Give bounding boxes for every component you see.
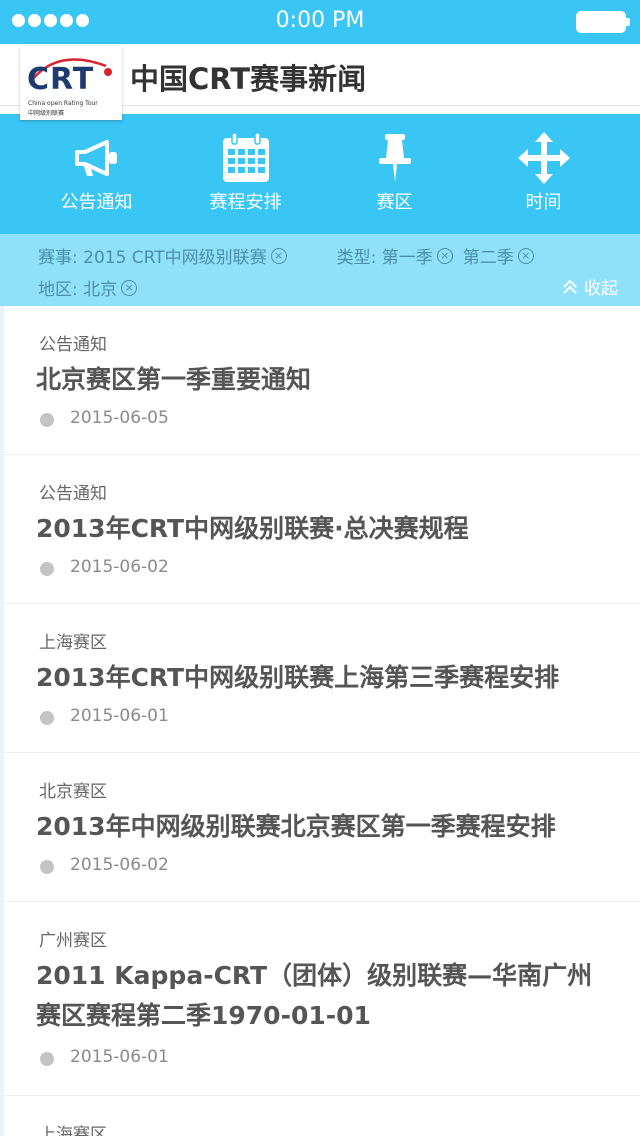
nav-item-schedule[interactable]: 赛程安排 — [171, 114, 320, 234]
item-title: 2013年中网级别联赛北京赛区第一季赛程安排 — [36, 812, 556, 841]
nav-label: 时间 — [525, 192, 562, 213]
remove-filter-type-icon[interactable]: × — [436, 247, 453, 264]
filter-region: 地区: 北京 — [38, 280, 118, 300]
date-dot-icon — [40, 413, 54, 427]
item-category: 北京赛区 — [39, 782, 107, 802]
nav-item-time[interactable]: 时间 — [469, 114, 618, 234]
item-date: 2015-06-02 — [70, 855, 169, 875]
logo-subtitle: China open Rating Tour — [28, 100, 98, 107]
nav-label: 赛程安排 — [209, 192, 282, 213]
list-item[interactable]: 公告通知 2013年CRT中网级别联赛·总决赛规程 2015-06-02 — [4, 455, 640, 604]
nav-label: 赛区 — [376, 192, 413, 213]
app-header: CRT China open Rating Tour 中网级别联赛 中国CRT赛… — [0, 44, 640, 120]
pin-icon — [378, 134, 411, 182]
item-title: 2011 Kappa-CRT（团体）级别联赛—华南广州赛区赛程第二季1970-0… — [36, 961, 593, 1030]
list-item[interactable]: 上海赛区 — [4, 1096, 640, 1136]
page-title: 中国CRT赛事新闻 — [130, 62, 367, 96]
item-date: 2015-06-01 — [70, 706, 169, 726]
remove-filter-event-icon[interactable]: × — [270, 247, 287, 264]
chevron-up-double-icon — [563, 279, 577, 294]
item-category: 公告通知 — [39, 484, 107, 504]
nav-item-announcements[interactable]: 公告通知 — [22, 114, 171, 234]
calendar-icon — [222, 132, 269, 182]
date-dot-icon — [40, 562, 54, 576]
date-dot-icon — [40, 1052, 54, 1066]
item-title: 2013年CRT中网级别联赛·总决赛规程 — [36, 514, 469, 543]
crt-logo[interactable]: CRT China open Rating Tour 中网级别联赛 — [20, 46, 122, 120]
filter-bar: 赛事: 2015 CRT中网级别联赛 × 类型: 第一季 × 第二季 × 地区:… — [0, 234, 640, 306]
list-item[interactable]: 北京赛区 2013年中网级别联赛北京赛区第一季赛程安排 2015-06-02 — [4, 753, 640, 902]
battery-icon — [576, 11, 630, 33]
item-title: 北京赛区第一季重要通知 — [36, 365, 312, 394]
collapse-button[interactable]: 收起 — [562, 274, 618, 299]
remove-filter-region-icon[interactable]: × — [121, 279, 138, 296]
date-dot-icon — [40, 860, 54, 874]
filter-event: 赛事: 2015 CRT中网级别联赛 — [38, 248, 267, 268]
filter-type-second: 第二季 — [462, 248, 514, 268]
news-list: 公告通知 北京赛区第一季重要通知 2015-06-05 公告通知 2013年CR… — [0, 306, 640, 1136]
item-category: 公告通知 — [39, 335, 107, 355]
status-bar: 0:00 PM — [0, 0, 640, 44]
status-time: 0:00 PM — [275, 8, 365, 33]
megaphone-icon — [74, 140, 117, 176]
item-category: 广州赛区 — [39, 931, 107, 951]
list-item[interactable]: 公告通知 北京赛区第一季重要通知 2015-06-05 — [4, 306, 640, 455]
logo-text: CRT — [27, 62, 95, 97]
list-item[interactable]: 上海赛区 2013年CRT中网级别联赛上海第三季赛程安排 2015-06-01 — [4, 604, 640, 753]
item-date: 2015-06-05 — [70, 408, 169, 428]
collapse-label: 收起 — [584, 279, 618, 299]
item-date: 2015-06-01 — [70, 1047, 169, 1067]
remove-filter-type-second-icon[interactable]: × — [517, 247, 534, 264]
list-item[interactable]: 广州赛区 2011 Kappa-CRT（团体）级别联赛—华南广州赛区赛程第二季1… — [4, 902, 640, 1096]
category-nav: 公告通知 赛程安排 赛区 时间 — [0, 114, 640, 234]
item-category: 上海赛区 — [39, 633, 107, 653]
logo-subtitle-cn: 中网级别联赛 — [28, 110, 65, 117]
date-dot-icon — [40, 711, 54, 725]
item-title: 2013年CRT中网级别联赛上海第三季赛程安排 — [36, 663, 560, 692]
filter-type: 类型: 第一季 — [336, 248, 433, 268]
nav-label: 公告通知 — [60, 192, 133, 213]
nav-item-region[interactable]: 赛区 — [320, 114, 469, 234]
item-category: 上海赛区 — [39, 1125, 107, 1136]
move-arrows-icon — [517, 132, 570, 184]
item-date: 2015-06-02 — [70, 557, 169, 577]
